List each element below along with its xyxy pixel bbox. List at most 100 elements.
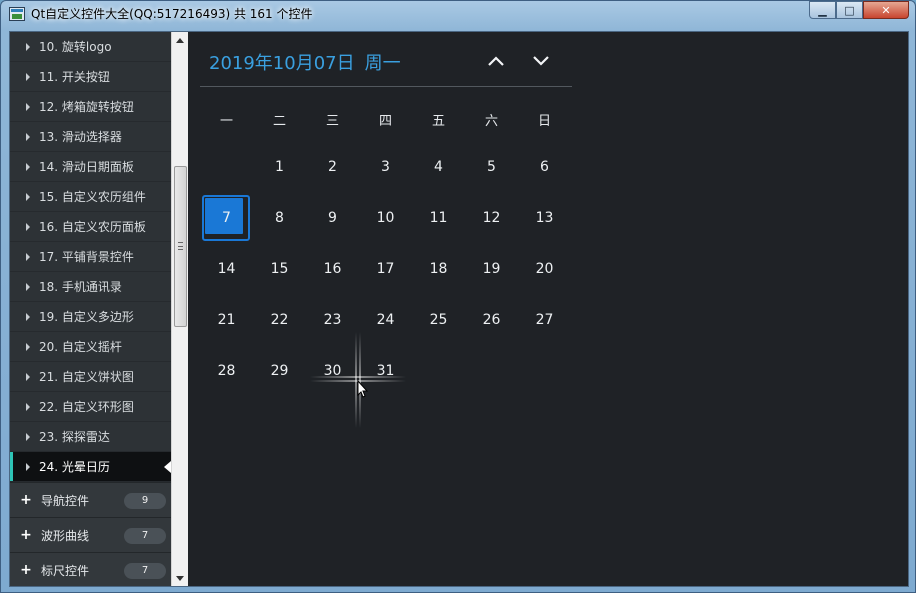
- sidebar-item[interactable]: 15. 自定义农历组件: [10, 182, 171, 212]
- previous-month-button[interactable]: [485, 50, 507, 72]
- day-number: 27: [535, 312, 554, 328]
- current-date: 2019年10月07日: [209, 53, 355, 74]
- weekday-label: 四: [378, 114, 392, 129]
- scroll-thumb[interactable]: [174, 166, 187, 327]
- sidebar-item[interactable]: 24. 光晕日历: [10, 452, 171, 482]
- sidebar-item[interactable]: 22. 自定义环形图: [10, 392, 171, 422]
- caret-right-icon: [26, 372, 30, 381]
- app-icon: [9, 7, 25, 21]
- day-number: 20: [535, 261, 554, 277]
- chevron-down-icon: [533, 56, 549, 66]
- sidebar-item-label: 19. 自定义多边形: [39, 310, 134, 324]
- sidebar-item[interactable]: 13. 滑动选择器: [10, 122, 171, 152]
- sidebar-item[interactable]: 16. 自定义农历面板: [10, 212, 171, 242]
- sidebar-item-label: 16. 自定义农历面板: [39, 220, 146, 234]
- day-cell[interactable]: 30: [306, 346, 359, 397]
- day-cell[interactable]: 27: [518, 295, 571, 346]
- day-number: 3: [381, 159, 390, 175]
- day-cell[interactable]: 4: [412, 142, 465, 193]
- day-cell[interactable]: 20: [518, 244, 571, 295]
- day-number: 26: [482, 312, 501, 328]
- day-cell[interactable]: 16: [306, 244, 359, 295]
- sidebar-item[interactable]: 19. 自定义多边形: [10, 302, 171, 332]
- scroll-up-arrow-icon[interactable]: [172, 32, 188, 48]
- sidebar-group[interactable]: + 标尺控件 7: [10, 552, 171, 586]
- day-cell[interactable]: 24: [359, 295, 412, 346]
- weekday-label: 三: [325, 114, 339, 129]
- sidebar-item-label: 21. 自定义饼状图: [39, 370, 134, 384]
- day-number: 22: [270, 312, 289, 328]
- day-number: 31: [376, 363, 395, 379]
- day-cell[interactable]: 21: [200, 295, 253, 346]
- mouse-cursor-icon: [357, 380, 369, 398]
- sidebar: 10. 旋转logo 11. 开关按钮 12. 烤箱旋转按钮 13. 滑动选择器 14.…: [10, 32, 171, 586]
- sidebar-item[interactable]: 11. 开关按钮: [10, 62, 171, 92]
- calendar-header: 2019年10月07日 周一: [200, 32, 572, 87]
- day-cell[interactable]: 29: [253, 346, 306, 397]
- next-month-button[interactable]: [530, 50, 552, 72]
- count-badge: 9: [124, 493, 166, 509]
- sidebar-item[interactable]: 21. 自定义饼状图: [10, 362, 171, 392]
- sidebar-item-label: 20. 自定义摇杆: [39, 340, 122, 354]
- calendar-date-title: 2019年10月07日 周一: [209, 49, 401, 75]
- scroll-down-arrow-icon[interactable]: [172, 570, 188, 586]
- sidebar-item[interactable]: 12. 烤箱旋转按钮: [10, 92, 171, 122]
- day-number: 24: [376, 312, 395, 328]
- day-cell[interactable]: 25: [412, 295, 465, 346]
- day-number: 21: [217, 312, 236, 328]
- day-cell[interactable]: 9: [306, 193, 359, 244]
- minimize-icon: ▁: [818, 3, 827, 17]
- day-cell[interactable]: 1: [253, 142, 306, 193]
- day-cell[interactable]: 3: [359, 142, 412, 193]
- day-number: 14: [217, 261, 236, 277]
- close-button[interactable]: ✕: [863, 1, 909, 19]
- sidebar-item[interactable]: 10. 旋转logo: [10, 32, 171, 62]
- day-number: 15: [270, 261, 289, 277]
- sidebar-group[interactable]: + 导航控件 9: [10, 482, 171, 517]
- halo-calendar: 2019年10月07日 周一 一二三四五六日 1 2 3 4 5 6 7 8 9 10 11 12 13 1…: [200, 32, 572, 412]
- day-cell[interactable]: 12: [465, 193, 518, 244]
- day-cell[interactable]: 15: [253, 244, 306, 295]
- plus-icon: +: [20, 527, 32, 543]
- day-cell[interactable]: 8: [253, 193, 306, 244]
- day-cell[interactable]: 23: [306, 295, 359, 346]
- maximize-icon: □: [844, 3, 855, 17]
- sidebar-item-label: 15. 自定义农历组件: [39, 190, 146, 204]
- day-cell[interactable]: 6: [518, 142, 571, 193]
- day-cell[interactable]: 19: [465, 244, 518, 295]
- day-cell[interactable]: 28: [200, 346, 253, 397]
- grip-icon: [178, 242, 183, 250]
- sidebar-scrollbar[interactable]: [171, 32, 188, 586]
- sidebar-group[interactable]: + 波形曲线 7: [10, 517, 171, 552]
- day-cell[interactable]: 5: [465, 142, 518, 193]
- sidebar-item[interactable]: 17. 平铺背景控件: [10, 242, 171, 272]
- day-number: 8: [275, 210, 284, 226]
- selected-day-cell[interactable]: 7: [200, 193, 253, 244]
- day-cell[interactable]: 14: [200, 244, 253, 295]
- sidebar-item-label: 22. 自定义环形图: [39, 400, 134, 414]
- sidebar-item[interactable]: 14. 滑动日期面板: [10, 152, 171, 182]
- sidebar-item-label: 13. 滑动选择器: [39, 130, 122, 144]
- caret-right-icon: [26, 102, 30, 111]
- day-cell[interactable]: 18: [412, 244, 465, 295]
- day-cell[interactable]: 26: [465, 295, 518, 346]
- caret-right-icon: [26, 222, 30, 231]
- day-cell[interactable]: 11: [412, 193, 465, 244]
- day-cell[interactable]: 10: [359, 193, 412, 244]
- day-cell[interactable]: 2: [306, 142, 359, 193]
- day-number: 28: [217, 363, 236, 379]
- maximize-button[interactable]: □: [836, 1, 863, 19]
- day-cell[interactable]: 13: [518, 193, 571, 244]
- caret-right-icon: [26, 162, 30, 171]
- window-controls: ▁ □ ✕: [809, 1, 909, 19]
- title-bar[interactable]: Qt自定义控件大全(QQ:517216493) 共 161 个控件 ▁ □ ✕: [1, 1, 915, 27]
- minimize-button[interactable]: ▁: [809, 1, 836, 19]
- sidebar-item[interactable]: 20. 自定义摇杆: [10, 332, 171, 362]
- sidebar-item[interactable]: 18. 手机通讯录: [10, 272, 171, 302]
- sidebar-item[interactable]: 23. 探探雷达: [10, 422, 171, 452]
- day-cell[interactable]: 17: [359, 244, 412, 295]
- day-cell[interactable]: 22: [253, 295, 306, 346]
- client-area: 10. 旋转logo 11. 开关按钮 12. 烤箱旋转按钮 13. 滑动选择器 14.…: [9, 31, 909, 587]
- day-number: 10: [376, 210, 395, 226]
- weekday-label: 六: [484, 114, 498, 129]
